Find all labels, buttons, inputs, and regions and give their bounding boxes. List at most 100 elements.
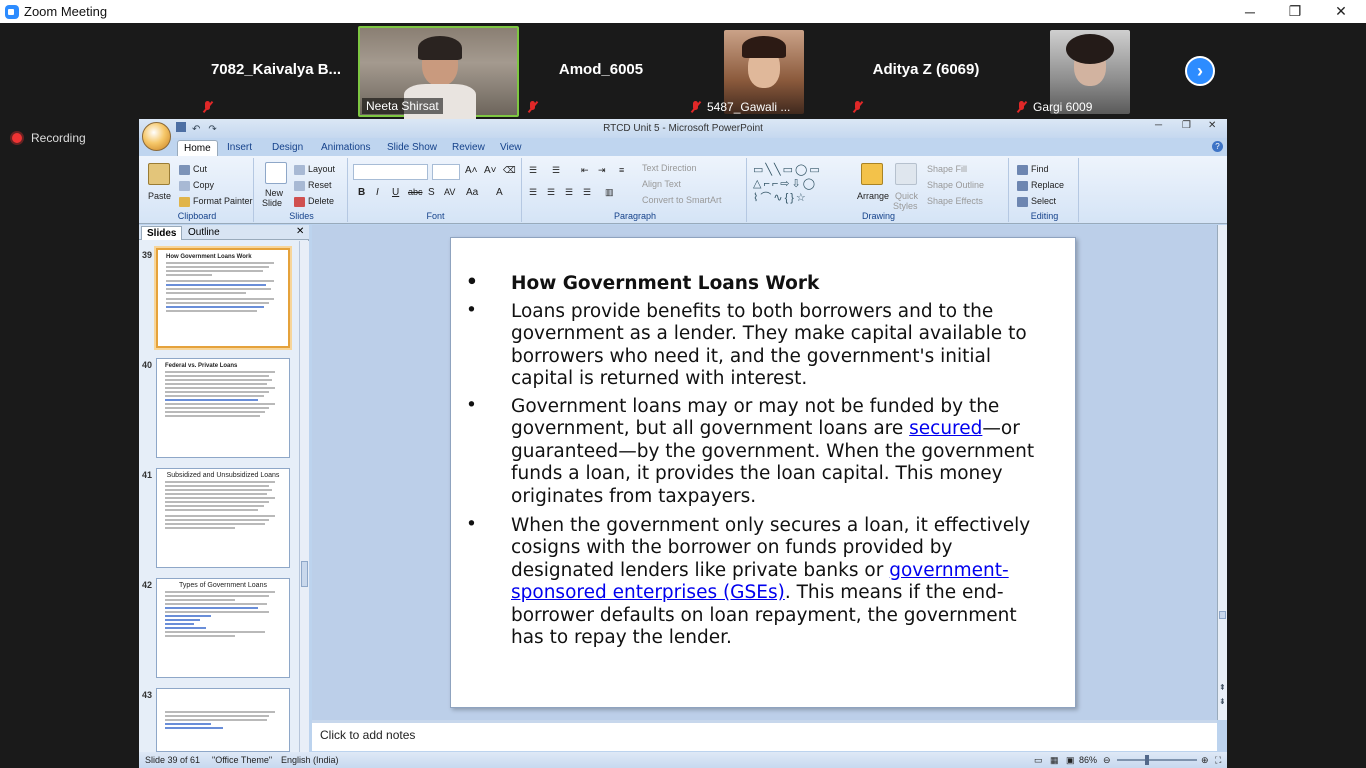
shapes-gallery[interactable]: ▭╲╲▭◯▭ △⌐⌐⇨⇩◯ ⌇⌒∿{}☆: [753, 163, 845, 207]
shape-effects-button[interactable]: Shape Effects: [927, 196, 983, 206]
language[interactable]: English (India): [281, 755, 339, 765]
line-spacing-icon[interactable]: ≡: [619, 165, 624, 175]
canvas-scrollbar-thumb[interactable]: [1219, 611, 1226, 619]
participant-tile[interactable]: Gargi 6009: [1010, 26, 1170, 117]
replace-button[interactable]: Replace: [1017, 180, 1064, 191]
quick-styles-button-line2[interactable]: Styles: [893, 201, 918, 211]
arrange-icon[interactable]: [861, 163, 883, 185]
ppt-restore-button[interactable]: ❐: [1182, 120, 1191, 131]
active-speaker-tile[interactable]: Neeta Shirsat: [358, 26, 519, 119]
ppt-minimize-button[interactable]: ─: [1155, 120, 1162, 131]
tab-animations[interactable]: Animations: [315, 140, 376, 156]
format-painter-button[interactable]: Format Painter: [179, 196, 253, 207]
zoom-slider-thumb[interactable]: [1145, 755, 1149, 765]
tab-insert[interactable]: Insert: [221, 140, 258, 156]
reset-button[interactable]: Reset: [294, 180, 332, 191]
new-slide-icon[interactable]: [265, 162, 287, 184]
restore-button[interactable]: ❐: [1272, 0, 1318, 23]
quick-styles-icon[interactable]: [895, 163, 917, 185]
pane-scrollbar[interactable]: [299, 241, 309, 752]
close-pane-icon[interactable]: ✕: [296, 226, 304, 237]
layout-button[interactable]: Layout: [294, 164, 335, 175]
columns-icon[interactable]: ▥: [605, 187, 614, 198]
normal-view-icon[interactable]: ▭: [1034, 755, 1043, 766]
strikethrough-icon[interactable]: abc: [408, 187, 423, 197]
grow-font-icon[interactable]: A˄: [465, 165, 478, 176]
slide-thumbnail[interactable]: How Government Loans Work: [156, 248, 290, 348]
underline-icon[interactable]: U: [392, 187, 399, 198]
slide-thumbnail[interactable]: Federal vs. Private Loans: [156, 358, 290, 458]
tab-design[interactable]: Design: [266, 140, 309, 156]
participant-tile[interactable]: 5487_Gawali ...: [684, 26, 844, 117]
change-case-icon[interactable]: Aa: [466, 187, 478, 198]
prev-slide-icon[interactable]: ⇞: [1219, 683, 1226, 692]
slide[interactable]: • How Government Loans Work • Loans provid…: [450, 237, 1076, 708]
justify-icon[interactable]: ☰: [583, 187, 591, 198]
recording-indicator[interactable]: Recording: [12, 131, 86, 145]
slide-thumbnail[interactable]: Types of Government Loans: [156, 578, 290, 678]
bold-icon[interactable]: B: [358, 187, 365, 198]
save-icon[interactable]: [176, 122, 186, 132]
select-button[interactable]: Select: [1017, 196, 1056, 207]
pane-scrollbar-thumb[interactable]: [301, 561, 308, 587]
copy-button[interactable]: Copy: [179, 180, 214, 191]
paste-button[interactable]: Paste: [148, 191, 171, 201]
tab-view[interactable]: View: [494, 140, 528, 156]
new-slide-button[interactable]: New: [265, 188, 283, 198]
font-color-icon[interactable]: A: [496, 187, 503, 198]
tab-slides[interactable]: Slides: [141, 226, 183, 240]
find-button[interactable]: Find: [1017, 164, 1049, 175]
shape-outline-button[interactable]: Shape Outline: [927, 180, 984, 190]
zoom-out-icon[interactable]: ⊖: [1103, 755, 1111, 766]
clear-format-icon[interactable]: ⌫: [503, 165, 516, 176]
char-spacing-icon[interactable]: AV: [444, 187, 455, 197]
bullets-icon[interactable]: ☰: [529, 165, 537, 176]
participant-tile[interactable]: Aditya Z (6069): [846, 26, 1006, 117]
help-icon[interactable]: ?: [1212, 141, 1223, 152]
ppt-close-button[interactable]: ✕: [1208, 120, 1216, 131]
undo-icon[interactable]: ↶: [192, 124, 200, 135]
align-text-button[interactable]: Align Text: [642, 179, 681, 189]
quick-styles-button[interactable]: Quick: [895, 191, 918, 201]
tab-review[interactable]: Review: [446, 140, 491, 156]
decrease-indent-icon[interactable]: ⇤: [581, 165, 589, 176]
minimize-button[interactable]: ─: [1227, 0, 1273, 23]
shadow-icon[interactable]: S: [428, 187, 435, 198]
align-center-icon[interactable]: ☰: [547, 187, 555, 198]
tab-slide-show[interactable]: Slide Show: [381, 140, 443, 156]
shrink-font-icon[interactable]: A˅: [484, 165, 497, 176]
italic-icon[interactable]: I: [376, 187, 379, 198]
secured-link[interactable]: secured: [909, 418, 982, 439]
participant-tile[interactable]: Amod_6005: [521, 26, 681, 117]
fit-window-icon[interactable]: ⛶: [1215, 755, 1221, 766]
redo-icon[interactable]: ↷: [208, 124, 216, 135]
new-slide-button-line2[interactable]: Slide: [262, 198, 282, 208]
slide-thumbnail[interactable]: [156, 688, 290, 752]
align-right-icon[interactable]: ☰: [565, 187, 573, 198]
zoom-level[interactable]: 86%: [1079, 755, 1097, 765]
tab-home[interactable]: Home: [177, 140, 218, 156]
increase-indent-icon[interactable]: ⇥: [598, 165, 606, 176]
shape-fill-button[interactable]: Shape Fill: [927, 164, 967, 174]
zoom-in-icon[interactable]: ⊕: [1201, 755, 1209, 766]
paste-icon[interactable]: [148, 163, 170, 185]
delete-button[interactable]: Delete: [294, 196, 334, 207]
align-left-icon[interactable]: ☰: [529, 187, 537, 198]
convert-smartart-button[interactable]: Convert to SmartArt: [642, 195, 722, 205]
next-slide-icon[interactable]: ⇟: [1219, 697, 1226, 706]
font-size-box[interactable]: [432, 164, 460, 180]
slideshow-view-icon[interactable]: ▣: [1066, 755, 1075, 766]
arrange-button[interactable]: Arrange: [857, 191, 889, 201]
tab-outline[interactable]: Outline: [183, 226, 225, 240]
text-direction-button[interactable]: Text Direction: [642, 163, 697, 173]
participant-tile[interactable]: 7082_Kaivalya B...: [196, 26, 356, 117]
font-name-box[interactable]: [353, 164, 428, 180]
office-button[interactable]: [142, 122, 171, 151]
cut-button[interactable]: Cut: [179, 164, 207, 175]
zoom-slider[interactable]: [1117, 759, 1197, 761]
notes-pane[interactable]: Click to add notes: [312, 720, 1217, 751]
next-page-button[interactable]: ›: [1185, 56, 1215, 86]
canvas-scrollbar[interactable]: ⇞ ⇟: [1217, 225, 1227, 720]
slide-thumbnail[interactable]: Subsidized and Unsubsidized Loans: [156, 468, 290, 568]
sorter-view-icon[interactable]: ▦: [1050, 755, 1059, 766]
